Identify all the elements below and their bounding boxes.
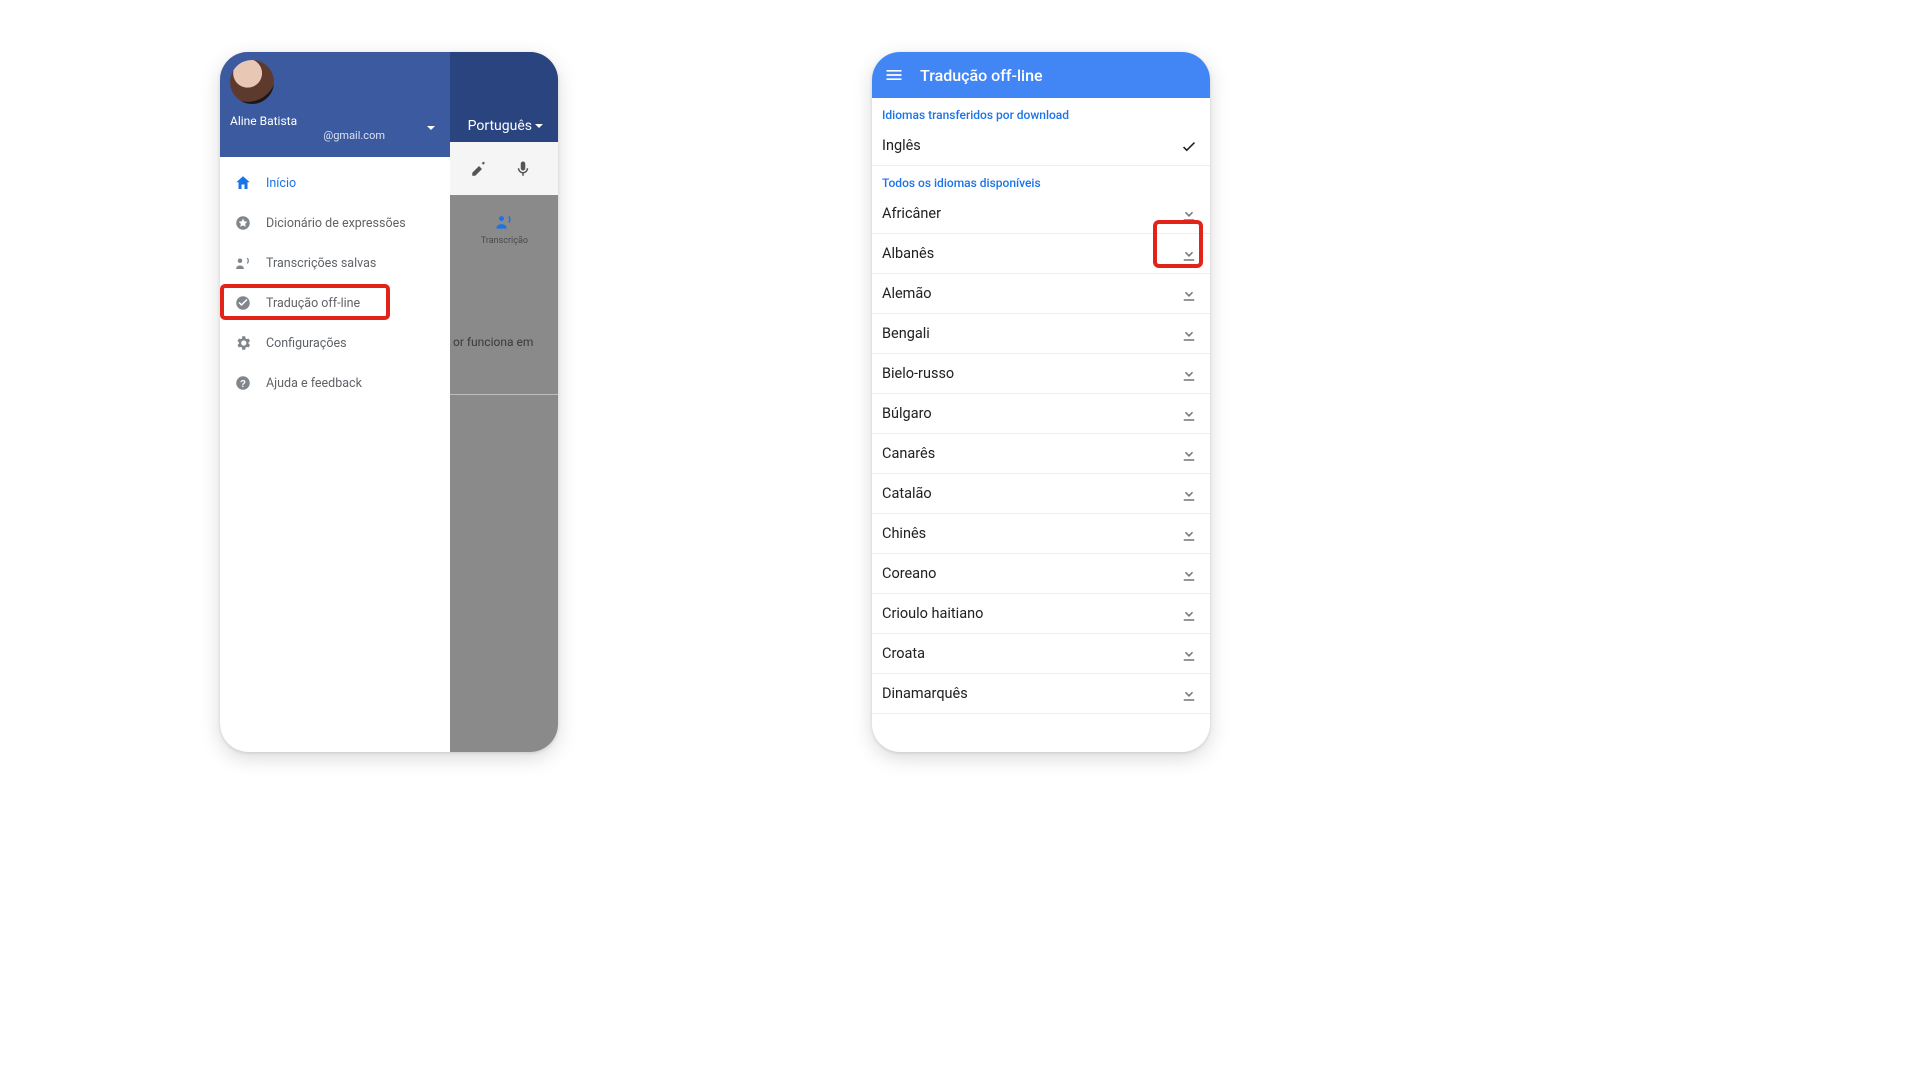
menu-item-label: Ajuda e feedback — [266, 376, 362, 391]
language-name: Bengali — [882, 325, 930, 342]
avatar — [230, 60, 274, 104]
language-name: Croata — [882, 645, 925, 662]
home-icon — [234, 174, 252, 192]
menu-item-offline[interactable]: Tradução off-line — [220, 283, 450, 323]
menu-item-label: Transcrições salvas — [266, 256, 376, 271]
handwriting-icon[interactable] — [470, 160, 488, 178]
section-available-header: Todos os idiomas disponíveis — [872, 166, 1210, 194]
language-name: Búlgaro — [882, 405, 932, 422]
available-language-row[interactable]: Bielo-russo — [872, 354, 1210, 394]
drawer-header[interactable]: Aline Batista @gmail.com — [220, 52, 450, 157]
language-name: Albanês — [882, 245, 934, 262]
menu-item-help[interactable]: Ajuda e feedback — [220, 363, 450, 403]
download-icon[interactable] — [1180, 365, 1198, 383]
help-icon — [234, 374, 252, 392]
available-language-row[interactable]: Africâner — [872, 194, 1210, 234]
available-language-row[interactable]: Crioulo haitiano — [872, 594, 1210, 634]
language-name: Catalão — [882, 485, 932, 502]
available-language-row[interactable]: Dinamarquês — [872, 674, 1210, 714]
download-icon[interactable] — [1180, 605, 1198, 623]
download-icon[interactable] — [1180, 205, 1198, 223]
available-language-row[interactable]: Chinês — [872, 514, 1210, 554]
hamburger-icon[interactable] — [884, 65, 904, 85]
caret-down-icon — [534, 121, 544, 131]
hint-text-fragment: or funciona em — [453, 335, 533, 349]
appbar: Tradução off-line — [872, 52, 1210, 98]
language-name: Coreano — [882, 565, 936, 582]
menu-item-record[interactable]: Transcrições salvas — [220, 243, 450, 283]
available-language-row[interactable]: Albanês — [872, 234, 1210, 274]
language-name: Chinês — [882, 525, 926, 542]
menu-item-home[interactable]: Início — [220, 163, 450, 203]
language-name: Africâner — [882, 205, 941, 222]
voice-person-icon — [494, 212, 514, 232]
language-name: Inglês — [882, 137, 921, 154]
downloaded-language-row[interactable]: Inglês — [872, 126, 1210, 166]
available-language-row[interactable]: Catalão — [872, 474, 1210, 514]
user-email: @gmail.com — [230, 129, 440, 142]
language-name: Crioulo haitiano — [882, 605, 983, 622]
page-title: Tradução off-line — [920, 66, 1043, 85]
phone-left: Português Transcrição or funciona em Ali… — [220, 52, 558, 752]
offline-icon — [234, 294, 252, 312]
download-icon[interactable] — [1180, 285, 1198, 303]
navigation-drawer: Aline Batista @gmail.com Início Dicionári… — [220, 52, 450, 752]
download-icon[interactable] — [1180, 685, 1198, 703]
menu-item-label: Tradução off-line — [266, 296, 360, 311]
record-icon — [234, 254, 252, 272]
download-icon[interactable] — [1180, 245, 1198, 263]
available-language-row[interactable]: Coreano — [872, 554, 1210, 594]
target-language-label: Português — [468, 118, 532, 134]
language-name: Canarês — [882, 445, 935, 462]
download-icon[interactable] — [1180, 645, 1198, 663]
menu-item-label: Dicionário de expressões — [266, 216, 406, 231]
transcription-label: Transcrição — [481, 236, 528, 246]
menu-item-star[interactable]: Dicionário de expressões — [220, 203, 450, 243]
account-dropdown-icon[interactable] — [426, 123, 436, 133]
target-language-selector[interactable]: Português — [468, 118, 544, 134]
downloaded-languages-list: Inglês — [872, 126, 1210, 166]
download-icon[interactable] — [1180, 525, 1198, 543]
available-languages-list: Africâner Albanês Alemão Bengali Bielo-russo… — [872, 194, 1210, 714]
menu-item-settings[interactable]: Configurações — [220, 323, 450, 363]
microphone-icon[interactable] — [514, 160, 532, 178]
drawer-menu: Início Dicionário de expressões Transcriçõ… — [220, 157, 450, 403]
download-icon[interactable] — [1180, 405, 1198, 423]
phone-right: Tradução off-line Idiomas transferidos p… — [872, 52, 1210, 752]
download-icon[interactable] — [1180, 325, 1198, 343]
available-language-row[interactable]: Croata — [872, 634, 1210, 674]
user-name: Aline Batista — [230, 114, 440, 128]
download-icon[interactable] — [1180, 485, 1198, 503]
available-language-row[interactable]: Búlgaro — [872, 394, 1210, 434]
language-name: Dinamarquês — [882, 685, 968, 702]
language-name: Bielo-russo — [882, 365, 954, 382]
available-language-row[interactable]: Alemão — [872, 274, 1210, 314]
divider — [450, 394, 558, 395]
download-icon[interactable] — [1180, 565, 1198, 583]
check-icon — [1180, 137, 1198, 155]
star-icon — [234, 214, 252, 232]
menu-item-label: Configurações — [266, 336, 347, 351]
download-icon[interactable] — [1180, 445, 1198, 463]
language-name: Alemão — [882, 285, 932, 302]
menu-item-label: Início — [266, 176, 296, 191]
transcription-mode[interactable]: Transcrição — [481, 212, 528, 246]
settings-icon — [234, 334, 252, 352]
section-downloaded-header: Idiomas transferidos por download — [872, 98, 1210, 126]
available-language-row[interactable]: Canarês — [872, 434, 1210, 474]
available-language-row[interactable]: Bengali — [872, 314, 1210, 354]
